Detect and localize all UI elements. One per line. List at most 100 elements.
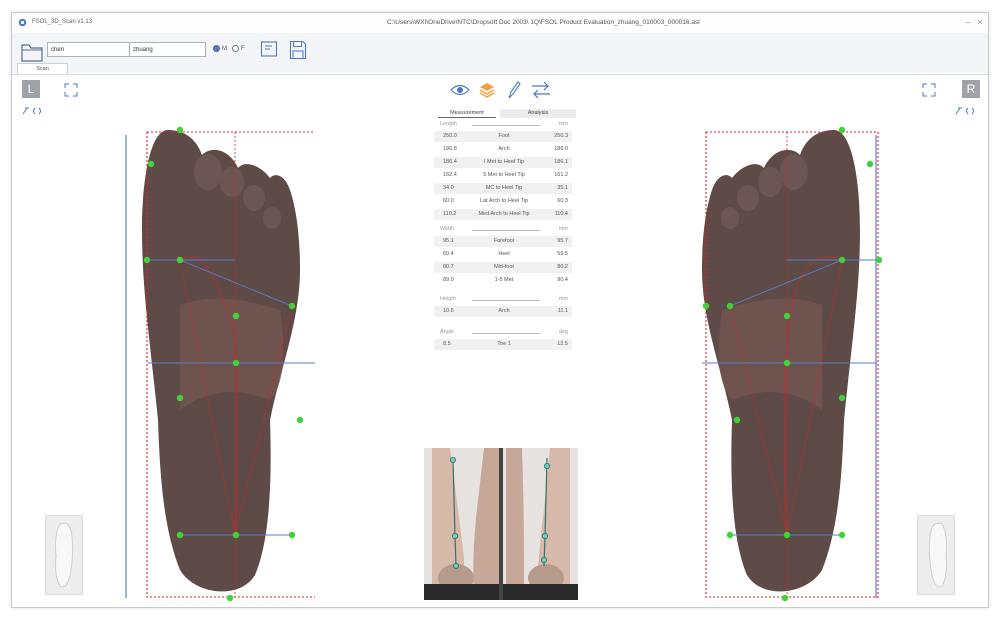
right-foot-value: 186.1	[554, 159, 568, 165]
length-header: Length	[440, 121, 457, 127]
left-foot-value: 186.4	[443, 159, 457, 165]
length-unit: mm	[558, 121, 568, 127]
view-eye-icon[interactable]	[450, 80, 470, 100]
tools-right-icon[interactable]	[954, 106, 978, 116]
left-foot-value: 34.0	[443, 185, 454, 191]
left-foot-value: 8.5	[443, 341, 451, 347]
rear-leg-alignment-view[interactable]	[424, 448, 578, 600]
left-foot-value: 162.4	[443, 172, 457, 178]
width-measure-row: 95.1 Forefoot 95.7	[434, 236, 572, 247]
left-insole-thumbnail[interactable]	[45, 515, 83, 595]
gender-male-label: M	[222, 45, 227, 52]
left-foot-value: 186.8	[443, 146, 457, 152]
left-foot-value: 250.0	[443, 133, 457, 139]
minimize-button[interactable]: –	[962, 17, 974, 27]
right-foot-value: 12.5	[557, 341, 568, 347]
right-foot-scan[interactable]	[687, 120, 882, 608]
measure-name: I Met to Heel Tip	[483, 159, 525, 165]
measure-name: 5 Met to Heel Tip	[483, 172, 525, 178]
open-folder-icon[interactable]	[20, 41, 44, 63]
measure-name: Med Arch to Heel Tip	[478, 211, 530, 217]
app-window: FSOL_3D_Scan v1.13 C:\Users\WXI\OneDrive…	[11, 12, 989, 608]
app-logo-icon	[18, 18, 27, 27]
measure-name: Foot	[498, 133, 510, 139]
export-icon[interactable]	[260, 40, 278, 58]
toolbar: M F	[12, 33, 988, 73]
measure-name: Toe 1	[497, 341, 511, 347]
measure-name: MC to Heel Tip	[485, 185, 523, 191]
right-insole-thumbnail[interactable]	[917, 515, 955, 595]
title-bar: FSOL_3D_Scan v1.13 C:\Users\WXI\OneDrive…	[12, 13, 988, 33]
left-foot-scan[interactable]	[120, 120, 315, 608]
width-measure-row: 89.0 1-5 Met 90.4	[434, 275, 572, 286]
measure-name: Heel	[498, 251, 510, 257]
right-foot-value: 90.4	[557, 277, 568, 283]
right-foot-value: 35.1	[557, 185, 568, 191]
swap-arrows-icon[interactable]	[530, 80, 552, 100]
app-title: FSOL_3D_Scan v1.13	[32, 19, 93, 25]
tab-analysis[interactable]: Analysis	[500, 109, 576, 118]
measure-name: Lat Arch to Heel Tip	[480, 198, 528, 204]
height-unit: mm	[558, 296, 568, 302]
insole-left-icon	[55, 522, 74, 588]
length-measure-row: 250.0 Foot 250.3	[434, 131, 572, 142]
right-foot-value: 186.0	[554, 146, 568, 152]
height-section-header: Height mm	[430, 293, 570, 305]
insole-right-icon	[928, 522, 947, 588]
expand-left-icon[interactable]	[64, 83, 78, 97]
right-foot-value: 59.5	[557, 251, 568, 257]
expand-right-icon[interactable]	[922, 83, 936, 97]
gender-selector: M F	[213, 45, 245, 52]
left-foot-value: 89.0	[443, 277, 454, 283]
left-foot-value: 60.4	[443, 251, 454, 257]
left-foot-value: 80.7	[443, 264, 454, 270]
angle-section-header: Angle deg	[430, 326, 570, 338]
right-foot-value: 11.1	[557, 308, 568, 314]
height-header: Height	[440, 296, 456, 302]
left-foot-value: 110.2	[443, 211, 457, 217]
left-foot-button[interactable]: L	[22, 80, 40, 98]
right-foot-value: 161.2	[554, 172, 568, 178]
angle-unit: deg	[558, 329, 568, 335]
width-measure-row: 80.7 Mid-foot 80.2	[434, 262, 572, 273]
measure-name: 1-5 Met	[494, 277, 514, 283]
scan-workspace: L R Measurement Analysis Length mm 250.0…	[12, 74, 988, 608]
first-name-field[interactable]	[47, 42, 132, 57]
measurement-panel: Length mm 250.0 Foot 250.3 186.8 Arch 186.0 18…	[430, 118, 578, 446]
close-button[interactable]: ×	[974, 17, 986, 27]
left-foot-value: 10.6	[443, 308, 454, 314]
last-name-field[interactable]	[129, 42, 206, 57]
measure-name: Arch	[498, 308, 510, 314]
right-foot-value: 110.4	[554, 211, 568, 217]
left-foot-value: 60.0	[443, 198, 454, 204]
width-section-header: Width mm	[430, 223, 570, 235]
length-measure-row: 186.8 Arch 186.0	[434, 144, 572, 155]
measure-name: Arch	[498, 146, 510, 152]
length-measure-row: 34.0 MC to Heel Tip 35.1	[434, 183, 572, 194]
width-header: Width	[440, 226, 455, 232]
left-foot-value: 95.1	[443, 238, 454, 244]
angle-header: Angle	[440, 329, 455, 335]
length-section-header: Length mm	[430, 118, 570, 130]
save-icon[interactable]	[289, 40, 307, 60]
right-foot-button[interactable]: R	[962, 80, 980, 98]
tools-left-icon[interactable]	[21, 106, 45, 116]
length-measure-row: 110.2 Med Arch to Heel Tip 110.4	[434, 209, 572, 220]
right-foot-value: 60.3	[557, 198, 568, 204]
draw-pen-icon[interactable]	[506, 80, 522, 100]
right-foot-value: 80.2	[557, 264, 568, 270]
file-path-title: C:\Users\WXI\OneDrive\NTC\Dropsoft Doc 2…	[387, 19, 700, 26]
gender-female-radio[interactable]	[232, 45, 239, 52]
gender-female-label: F	[241, 45, 245, 52]
tab-measurement[interactable]: Measurement	[438, 109, 496, 118]
layers-icon[interactable]	[478, 80, 496, 100]
measure-name: Mid-foot	[494, 264, 514, 270]
gender-male-radio[interactable]	[213, 45, 220, 52]
length-measure-row: 60.0 Lat Arch to Heel Tip 60.3	[434, 196, 572, 207]
length-measure-row: 186.4 I Met to Heel Tip 186.1	[434, 157, 572, 168]
length-measure-row: 162.4 5 Met to Heel Tip 161.2	[434, 170, 572, 181]
width-measure-row: 60.4 Heel 59.5	[434, 249, 572, 260]
right-foot-value: 95.7	[557, 238, 568, 244]
height-measure-row: 10.6 Arch 11.1	[434, 306, 572, 317]
width-unit: mm	[558, 226, 568, 232]
